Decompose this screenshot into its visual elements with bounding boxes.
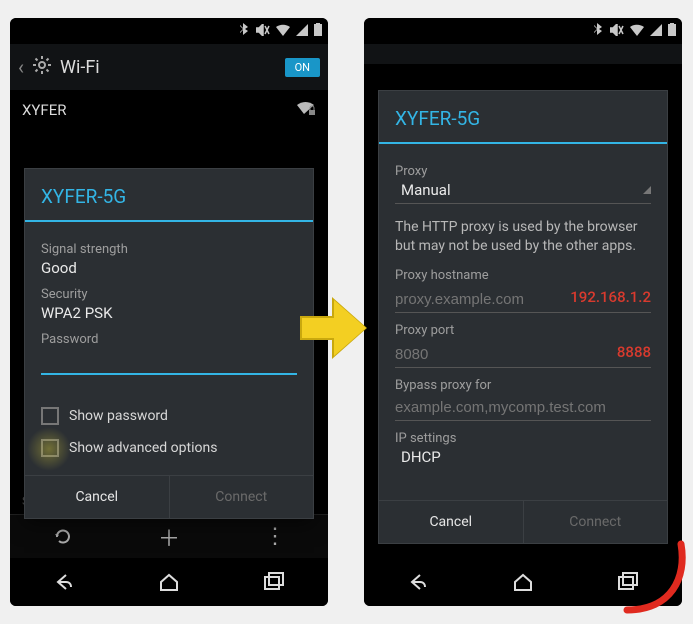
recent-nav-icon[interactable] <box>576 558 682 606</box>
proxy-description: The HTTP proxy is used by the browser bu… <box>395 218 651 256</box>
show-advanced-label: Show advanced options <box>69 440 217 456</box>
add-icon[interactable]: ＋ <box>116 515 222 558</box>
status-bar <box>364 18 682 44</box>
proxy-port-example: 8888 <box>617 343 651 361</box>
ip-settings-label: IP settings <box>395 431 651 446</box>
ip-settings-select[interactable]: DHCP <box>395 448 651 470</box>
android-nav-bar <box>364 558 682 606</box>
wifi-toggle[interactable]: ON <box>285 58 320 77</box>
show-password-row[interactable]: Show password <box>41 407 297 425</box>
battery-icon <box>314 23 322 39</box>
status-bar <box>10 18 328 44</box>
wifi-icon <box>630 24 644 39</box>
proxy-port-input[interactable] <box>395 342 651 368</box>
phone-left: ‹ Wi-Fi ON XYFER Secured with WPA2 (WPS … <box>10 18 328 606</box>
show-advanced-row[interactable]: Show advanced options <box>41 439 297 457</box>
connect-button: Connect <box>524 501 668 543</box>
mute-icon <box>610 24 624 39</box>
checkbox-icon[interactable] <box>41 407 59 425</box>
proxy-hostname-example: 192.168.1.2 <box>570 288 651 306</box>
signal-strength-value: Good <box>41 259 297 277</box>
refresh-icon[interactable] <box>10 515 116 558</box>
wifi-icon <box>276 24 290 39</box>
menu-icon[interactable]: ⋮ <box>222 515 328 558</box>
proxy-port-label: Proxy port <box>395 323 651 338</box>
header-sliver <box>364 44 682 64</box>
bypass-proxy-label: Bypass proxy for <box>395 378 651 393</box>
wifi-connect-dialog: XYFER-5G Signal strength Good Security W… <box>24 168 314 519</box>
header-title: Wi-Fi <box>60 57 100 78</box>
wifi-lock-icon <box>296 100 316 120</box>
proxy-select[interactable]: Manual <box>395 181 651 204</box>
proxy-value: Manual <box>401 181 451 199</box>
home-nav-icon[interactable] <box>470 558 576 606</box>
phone-right: XYFER-5G Proxy Manual The HTTP proxy is … <box>364 18 682 606</box>
recent-nav-icon[interactable] <box>222 558 328 606</box>
cancel-button[interactable]: Cancel <box>25 476 170 518</box>
network-row[interactable]: XYFER <box>10 90 328 130</box>
connect-button: Connect <box>170 476 314 518</box>
show-password-label: Show password <box>69 408 168 424</box>
proxy-label: Proxy <box>395 164 651 179</box>
signal-icon <box>296 24 308 39</box>
bottom-tabs: ＋ ⋮ <box>10 514 328 558</box>
back-nav-icon[interactable] <box>364 558 470 606</box>
back-nav-icon[interactable] <box>10 558 116 606</box>
back-icon[interactable]: ‹ <box>18 55 24 79</box>
home-nav-icon[interactable] <box>116 558 222 606</box>
dialog-title: XYFER-5G <box>379 91 667 144</box>
wifi-advanced-dialog: XYFER-5G Proxy Manual The HTTP proxy is … <box>378 90 668 544</box>
bluetooth-icon <box>240 23 250 40</box>
bypass-proxy-input[interactable] <box>395 395 651 421</box>
password-label: Password <box>41 332 297 347</box>
bluetooth-icon <box>594 23 604 40</box>
arrow-icon <box>300 300 368 356</box>
cancel-button[interactable]: Cancel <box>379 501 524 543</box>
gear-icon <box>32 55 52 80</box>
dialog-title: XYFER-5G <box>25 169 313 222</box>
signal-icon <box>650 24 662 39</box>
battery-icon <box>668 23 676 39</box>
android-nav-bar <box>10 558 328 606</box>
ip-settings-value: DHCP <box>401 448 441 466</box>
mute-icon <box>256 24 270 39</box>
wifi-settings-header: ‹ Wi-Fi ON <box>10 44 328 90</box>
tap-highlight <box>27 427 71 471</box>
password-input[interactable] <box>41 351 297 375</box>
dropdown-caret-icon <box>643 186 651 194</box>
signal-strength-label: Signal strength <box>41 242 297 257</box>
proxy-hostname-label: Proxy hostname <box>395 268 651 283</box>
network-name: XYFER <box>22 101 66 119</box>
security-value: WPA2 PSK <box>41 304 297 322</box>
security-label: Security <box>41 287 297 302</box>
